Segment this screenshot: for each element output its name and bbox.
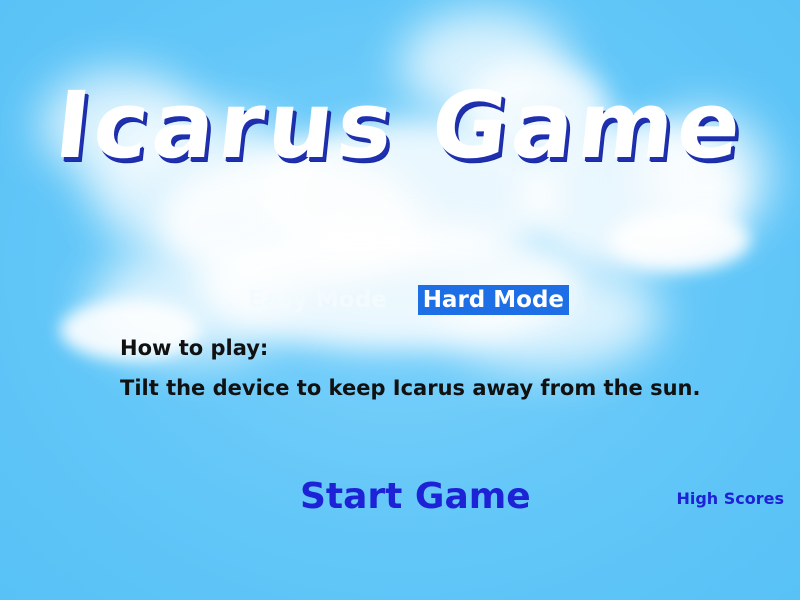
game-screen: Icarus Game Easy Mode Hard Mode How to p… (0, 0, 800, 600)
easy-mode-button[interactable]: Easy Mode (248, 285, 392, 315)
instructions-text: Tilt the device to keep Icarus away from… (120, 376, 701, 400)
start-game-button[interactable]: Start Game (300, 476, 531, 517)
hard-mode-button[interactable]: Hard Mode (417, 285, 570, 315)
instructions-heading: How to play: (120, 336, 269, 360)
instructions: How to play: Tilt the device to keep Ica… (120, 328, 700, 408)
game-title: Icarus Game (50, 72, 750, 179)
high-scores-link[interactable]: High Scores (676, 489, 784, 508)
mode-selector: Easy Mode Hard Mode (248, 284, 570, 316)
cloud (610, 210, 750, 270)
